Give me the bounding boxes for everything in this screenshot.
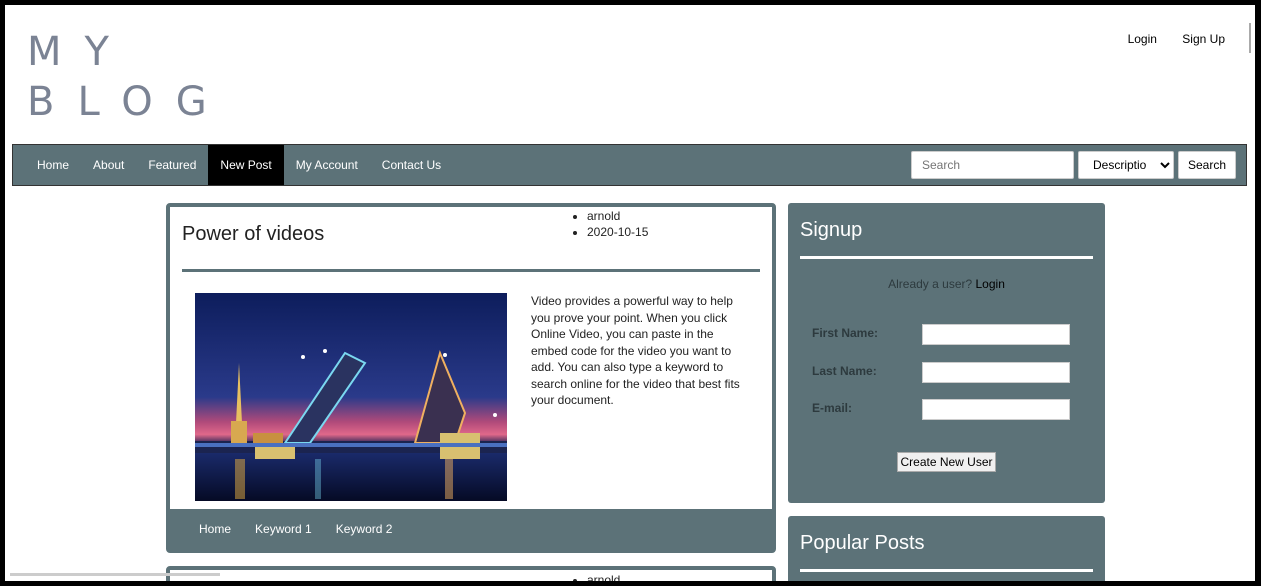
popular-posts-panel: Popular Posts xyxy=(788,516,1105,581)
blog-post-2: arnold xyxy=(166,566,776,581)
signup-panel: Signup Already a user? Login First Name:… xyxy=(788,203,1105,503)
popular-posts-title: Popular Posts xyxy=(800,532,925,554)
first-name-field[interactable] xyxy=(922,324,1070,345)
tag-keyword-1[interactable]: Keyword 1 xyxy=(243,522,324,536)
scrollbar[interactable] xyxy=(1249,23,1251,53)
nav-new-post[interactable]: New Post xyxy=(208,145,284,185)
blog-post: Power of videos arnold 2020-10-15 xyxy=(166,203,776,553)
bridge-night-image xyxy=(195,293,507,501)
search-filter-select[interactable]: Description xyxy=(1078,151,1174,179)
last-name-label: Last Name: xyxy=(812,364,877,378)
signup-divider xyxy=(800,256,1093,259)
email-field[interactable] xyxy=(922,399,1070,420)
search-input[interactable] xyxy=(911,151,1074,179)
main-nav: Home About Featured New Post My Account … xyxy=(12,144,1247,186)
search-button[interactable]: Search xyxy=(1178,151,1236,179)
logo-line-1: MY xyxy=(27,29,132,75)
already-user-text: Already a user? Login xyxy=(788,277,1105,291)
nav-featured[interactable]: Featured xyxy=(136,145,208,185)
post-author: arnold xyxy=(587,572,620,581)
first-name-label: First Name: xyxy=(812,326,879,340)
tag-home[interactable]: Home xyxy=(187,522,243,536)
search-form: Description Search xyxy=(911,151,1236,179)
login-link[interactable]: Login xyxy=(1128,32,1157,46)
email-label: E-mail: xyxy=(812,401,853,415)
post-author: arnold xyxy=(587,208,648,224)
last-name-field[interactable] xyxy=(922,362,1070,383)
nav-about[interactable]: About xyxy=(81,145,136,185)
post-meta: arnold xyxy=(573,572,620,581)
horizontal-scrollbar[interactable] xyxy=(10,573,220,576)
post-tags-bar: Home Keyword 1 Keyword 2 xyxy=(170,509,772,549)
account-links: Login Sign Up xyxy=(1106,32,1225,46)
signup-title: Signup xyxy=(800,219,863,241)
browser-frame: MY BLOG Login Sign Up Home About Feature… xyxy=(0,0,1261,586)
nav-my-account[interactable]: My Account xyxy=(284,145,370,185)
popular-divider xyxy=(800,569,1093,572)
post-body: Video provides a powerful way to help yo… xyxy=(531,294,740,407)
signup-login-link[interactable]: Login xyxy=(976,277,1005,291)
post-title[interactable]: Power of videos xyxy=(182,223,324,246)
site-logo[interactable]: MY BLOG xyxy=(27,27,230,127)
post-divider xyxy=(182,269,760,272)
signup-link[interactable]: Sign Up xyxy=(1182,32,1225,46)
create-user-button[interactable]: Create New User xyxy=(897,452,996,472)
already-user-label: Already a user? xyxy=(888,277,973,291)
post-date: 2020-10-15 xyxy=(587,224,648,240)
post-meta: arnold 2020-10-15 xyxy=(573,208,648,240)
post-image xyxy=(195,293,507,501)
nav-contact-us[interactable]: Contact Us xyxy=(370,145,453,185)
logo-line-2: BLOG xyxy=(27,79,230,125)
tag-keyword-2[interactable]: Keyword 2 xyxy=(324,522,405,536)
nav-home[interactable]: Home xyxy=(13,145,81,185)
